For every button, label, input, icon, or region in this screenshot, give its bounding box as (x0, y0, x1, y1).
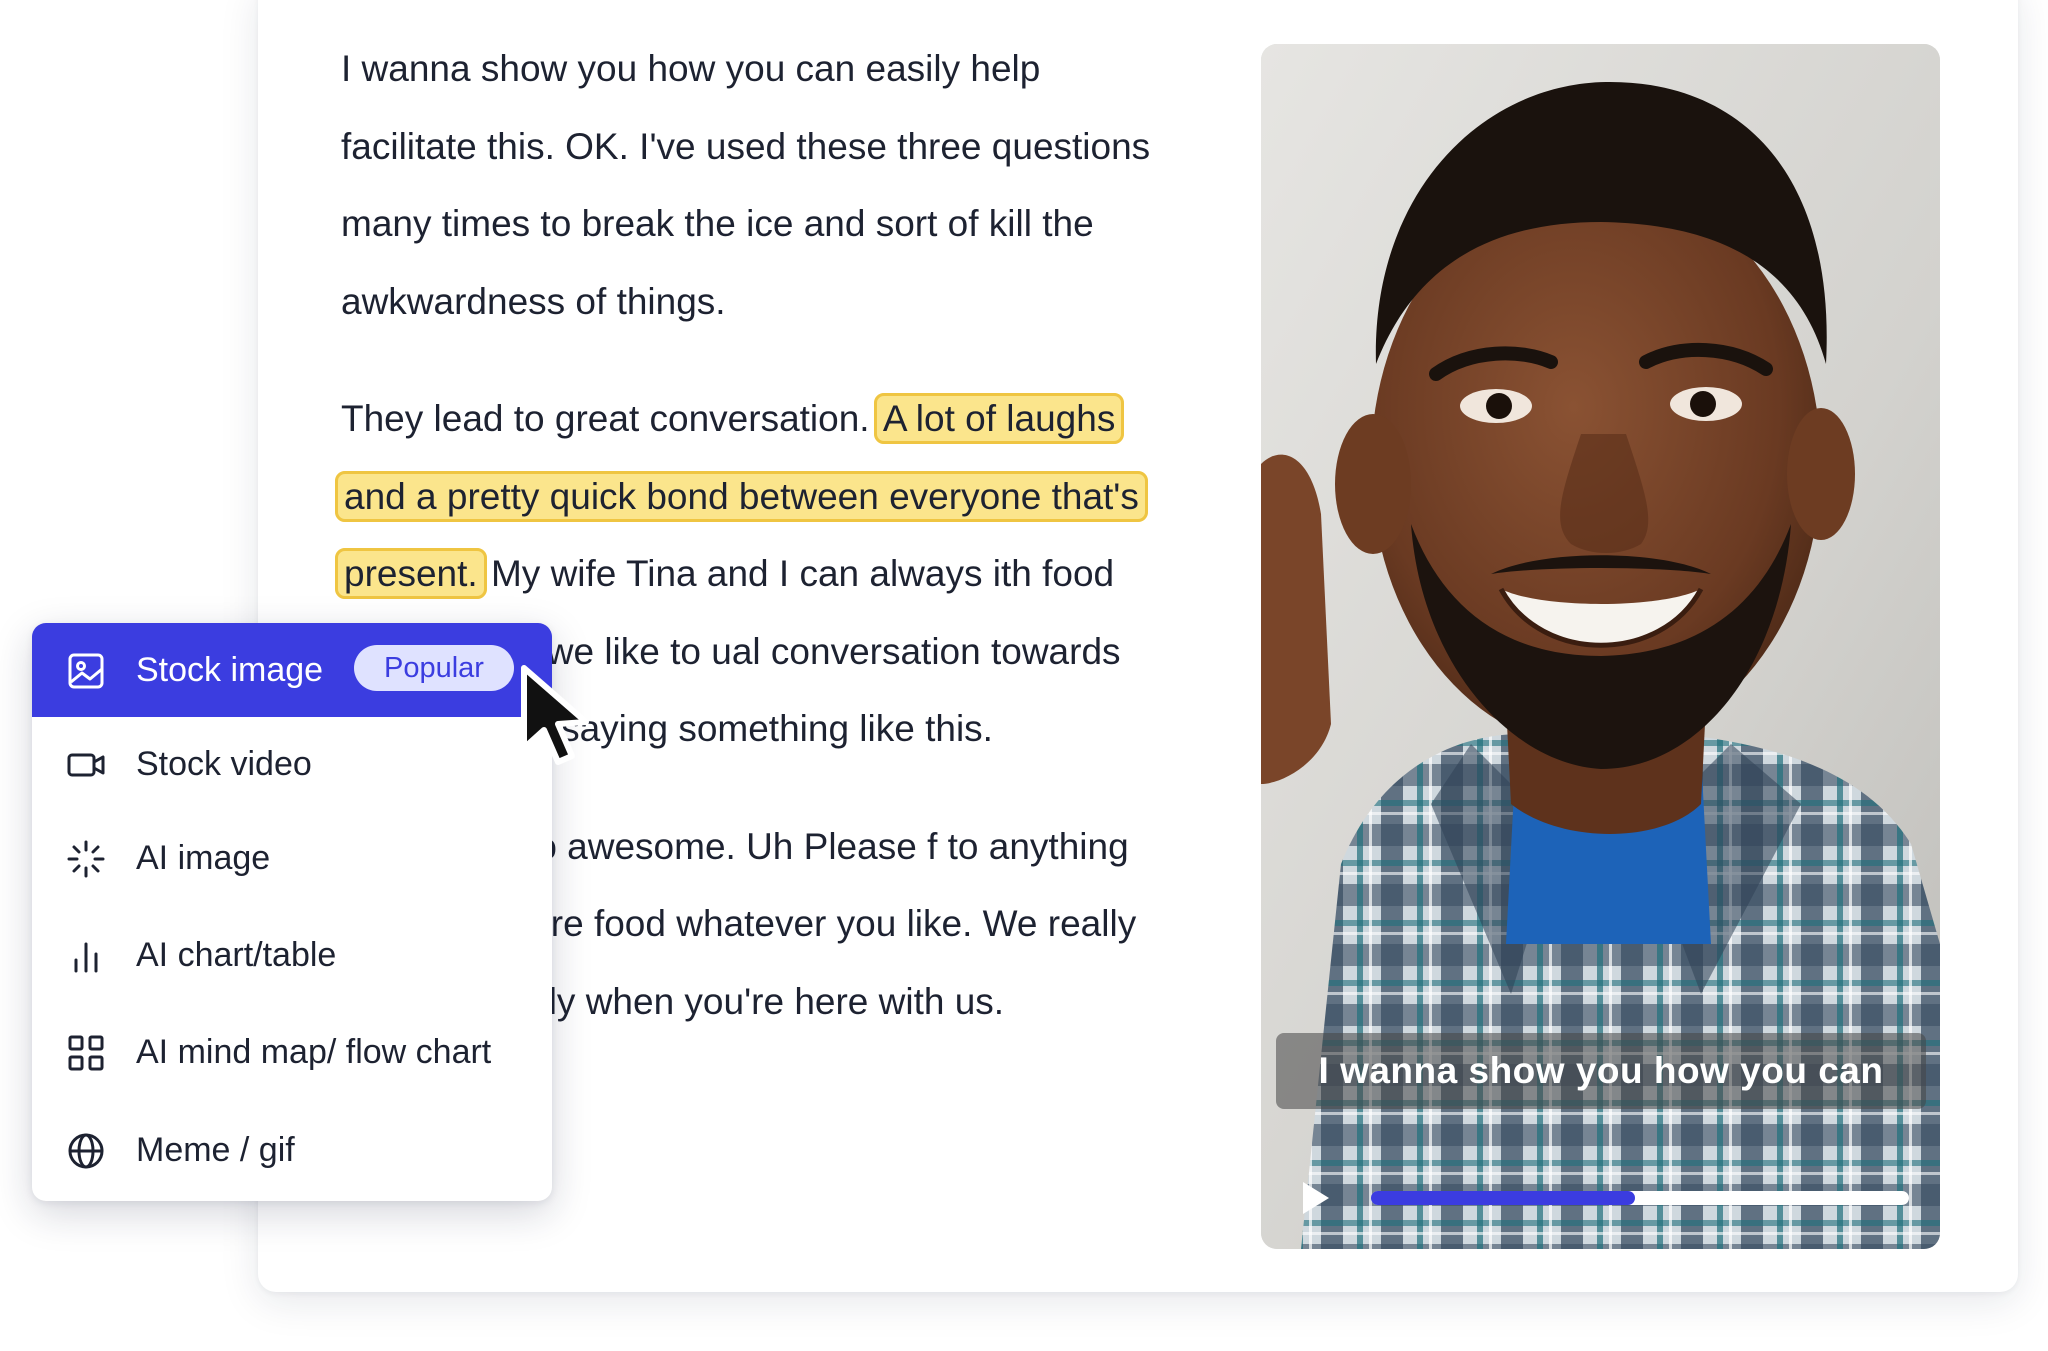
bar-chart-icon (74, 942, 98, 973)
video-progress-fill (1371, 1191, 1635, 1205)
menu-item-label: AI image (136, 839, 271, 877)
sparkle-icon (67, 840, 105, 878)
globe-icon (68, 1133, 104, 1169)
transcript-paragraph-1: I wanna show you how you can easily help… (341, 30, 1181, 340)
video-camera-icon (67, 753, 105, 777)
menu-item-label: Meme / gif (136, 1131, 295, 1169)
transcript-text[interactable]: They lead to great conversation. (341, 398, 880, 439)
insert-media-menu: Stock image Popular Stock video AI image… (32, 623, 552, 1201)
video-preview[interactable]: I wanna show you how you can (1261, 44, 1940, 1249)
menu-item-ai-mind-map[interactable]: AI mind map/ flow chart (32, 1005, 552, 1099)
popular-badge: Popular (354, 645, 514, 691)
menu-item-label: AI chart/table (136, 936, 337, 974)
play-icon[interactable] (1301, 1180, 1331, 1216)
image-icon (68, 653, 104, 689)
grid-icon (68, 1035, 104, 1071)
transcript-text[interactable]: I wanna show you how you can easily help… (341, 48, 1150, 322)
menu-item-label: AI mind map/ flow chart (136, 1033, 492, 1071)
menu-item-label: Stock image (136, 651, 324, 689)
app-stage: I wanna show you how you can easily help… (0, 0, 2048, 1351)
menu-item-stock-image[interactable]: Stock image Popular (32, 623, 552, 717)
menu-item-ai-chart-table[interactable]: AI chart/table (32, 908, 552, 1002)
menu-item-ai-image[interactable]: AI image (32, 811, 552, 905)
video-progress-bar[interactable] (1371, 1191, 1909, 1205)
menu-item-stock-video[interactable]: Stock video (32, 717, 552, 811)
video-caption: I wanna show you how you can (1276, 1033, 1926, 1109)
menu-item-meme-gif[interactable]: Meme / gif (32, 1103, 552, 1197)
menu-item-label: Stock video (136, 745, 312, 783)
